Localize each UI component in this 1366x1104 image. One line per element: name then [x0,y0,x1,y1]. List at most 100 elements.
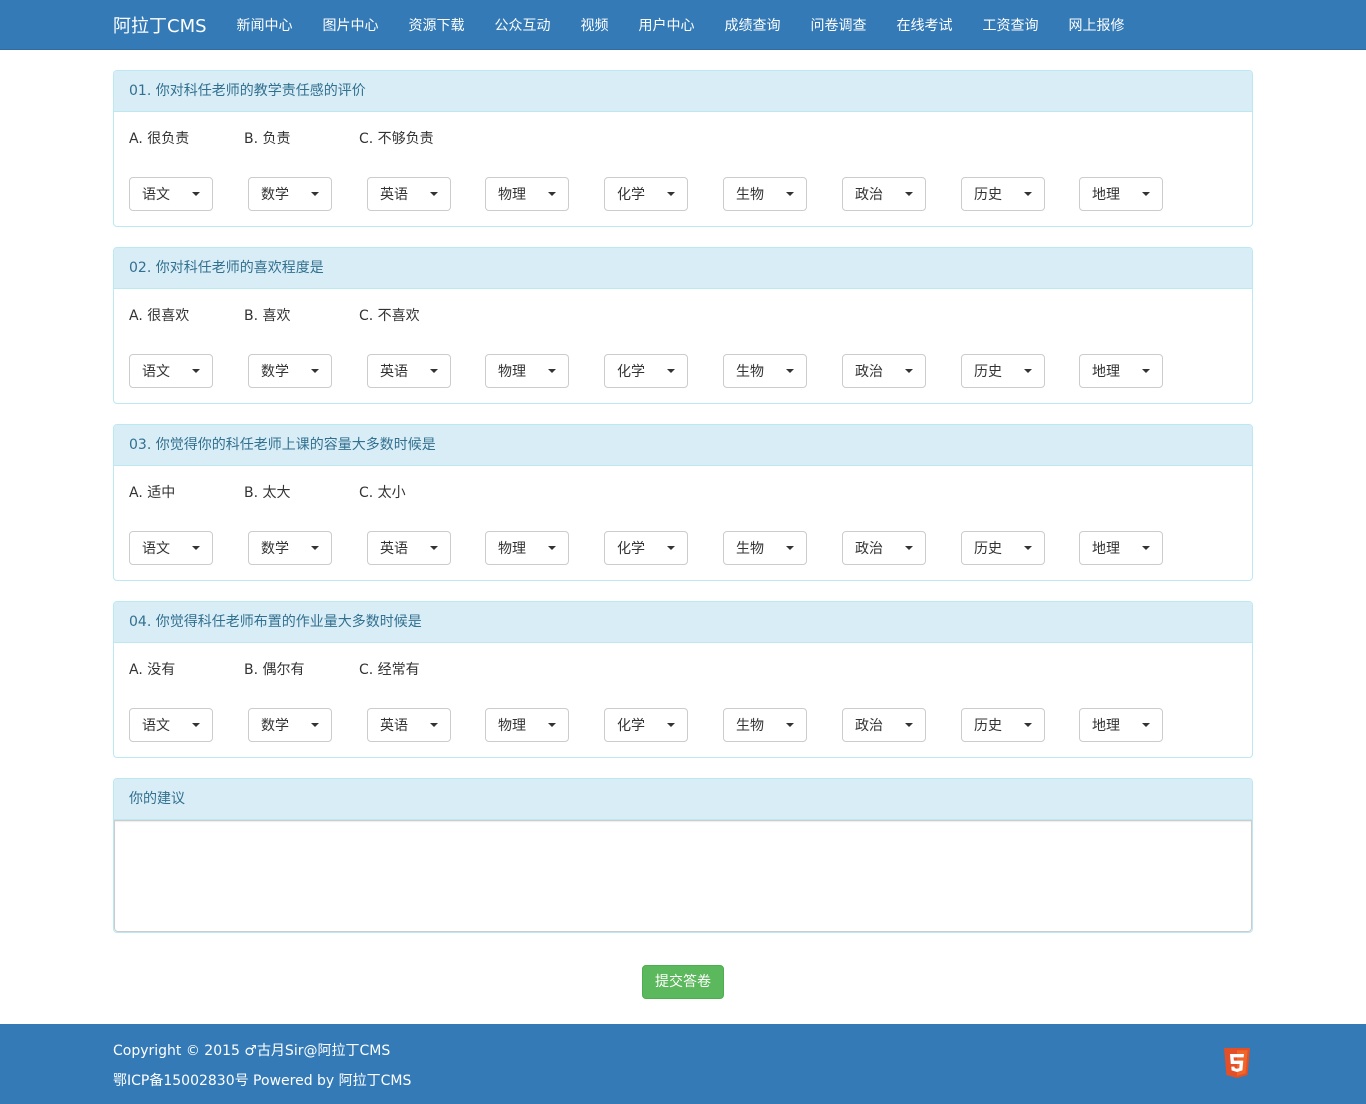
caret-down-icon [667,723,675,727]
subject-dropdown-history[interactable]: 历史 [961,531,1045,565]
caret-down-icon [905,546,913,550]
subject-dropdown-label: 语文 [142,364,170,380]
answer-option: C. 不喜欢 [359,308,420,324]
answer-option: C. 太小 [359,485,406,501]
nav-item-scores[interactable]: 成绩查询 [725,15,781,35]
subject-dropdown-chemistry[interactable]: 化学 [604,354,688,388]
answer-option: B. 偶尔有 [244,662,305,678]
subject-dropdown-label: 物理 [498,718,526,734]
subject-dropdown-physics[interactable]: 物理 [485,354,569,388]
subject-dropdown-label: 语文 [142,187,170,203]
subject-dropdown-label: 化学 [617,718,645,734]
subject-dropdown-english[interactable]: 英语 [367,531,451,565]
subject-dropdown-chinese[interactable]: 语文 [129,354,213,388]
subject-dropdown-biology[interactable]: 生物 [723,354,807,388]
answer-option: C. 经常有 [359,662,420,678]
subject-dropdown-biology[interactable]: 生物 [723,708,807,742]
nav-item-video[interactable]: 视频 [581,15,609,35]
subject-dropdown-history[interactable]: 历史 [961,708,1045,742]
subject-dropdown-geography[interactable]: 地理 [1079,177,1163,211]
subject-dropdown-chinese[interactable]: 语文 [129,531,213,565]
subject-dropdown-math[interactable]: 数学 [248,708,332,742]
subject-dropdown-physics[interactable]: 物理 [485,708,569,742]
subject-dropdown-label: 政治 [855,364,883,380]
subject-dropdown-politics[interactable]: 政治 [842,531,926,565]
subject-dropdown-politics[interactable]: 政治 [842,354,926,388]
subject-dropdown-label: 英语 [380,541,408,557]
nav-item-repair[interactable]: 网上报修 [1069,15,1125,35]
subject-dropdown-label: 语文 [142,718,170,734]
caret-down-icon [192,192,200,196]
subject-dropdown-geography[interactable]: 地理 [1079,354,1163,388]
subject-dropdown-label: 生物 [736,364,764,380]
caret-down-icon [548,369,556,373]
subject-dropdown-physics[interactable]: 物理 [485,177,569,211]
subject-dropdown-physics[interactable]: 物理 [485,531,569,565]
nav-item-downloads[interactable]: 资源下载 [409,15,465,35]
subject-dropdown-english[interactable]: 英语 [367,354,451,388]
submit-button[interactable]: 提交答卷 [642,965,724,999]
subject-dropdown-chemistry[interactable]: 化学 [604,708,688,742]
caret-down-icon [786,723,794,727]
subject-dropdown-label: 地理 [1092,541,1120,557]
subject-dropdown-geography[interactable]: 地理 [1079,531,1163,565]
question-body: A. 很负责 B. 负责 C. 不够负责语文 数学 英语 物理 化学 生物 政治 历史 地理 [114,112,1252,226]
subject-dropdown-biology[interactable]: 生物 [723,531,807,565]
subject-dropdown-label: 数学 [261,364,289,380]
nav-item-salary[interactable]: 工资查询 [983,15,1039,35]
caret-down-icon [311,546,319,550]
subject-dropdown-chinese[interactable]: 语文 [129,177,213,211]
nav-item-online-exam[interactable]: 在线考试 [897,15,953,35]
nav-item-interaction[interactable]: 公众互动 [495,15,551,35]
subject-dropdown-chemistry[interactable]: 化学 [604,177,688,211]
subject-dropdown-label: 化学 [617,187,645,203]
answer-option: B. 喜欢 [244,308,291,324]
caret-down-icon [1142,723,1150,727]
subject-dropdown-label: 物理 [498,364,526,380]
caret-down-icon [1024,192,1032,196]
subject-dropdown-label: 地理 [1092,718,1120,734]
suggestion-textarea[interactable] [114,820,1252,932]
subject-dropdown-label: 物理 [498,187,526,203]
answer-option: A. 很喜欢 [129,308,190,324]
subject-dropdown-chinese[interactable]: 语文 [129,708,213,742]
subject-dropdown-label: 政治 [855,718,883,734]
subject-dropdown-politics[interactable]: 政治 [842,708,926,742]
subject-dropdown-biology[interactable]: 生物 [723,177,807,211]
caret-down-icon [192,723,200,727]
footer-copyright: Copyright © 2015 ♂古月Sir@阿拉丁CMS [113,1043,391,1059]
submit-area: 提交答卷 [0,965,1366,999]
answer-option: C. 不够负责 [359,131,434,147]
subject-dropdown-english[interactable]: 英语 [367,708,451,742]
caret-down-icon [430,192,438,196]
caret-down-icon [548,723,556,727]
question-panel: 02. 你对科任老师的喜欢程度是 A. 很喜欢 B. 喜欢 C. 不喜欢 语文 数学 英语 物… [113,247,1253,404]
nav-item-images[interactable]: 图片中心 [323,15,379,35]
answer-option: A. 很负责 [129,131,190,147]
brand-logo[interactable]: 阿拉丁CMS [113,12,207,38]
question-body: A. 适中 B. 太大 C. 太小 语文 数学 英语 物理 化学 生物 政治 历史 地理 [114,466,1252,580]
nav-item-user-center[interactable]: 用户中心 [639,15,695,35]
subject-dropdown-geography[interactable]: 地理 [1079,708,1163,742]
subject-dropdown-english[interactable]: 英语 [367,177,451,211]
subject-dropdown-politics[interactable]: 政治 [842,177,926,211]
subject-dropdown-math[interactable]: 数学 [248,354,332,388]
subject-dropdown-chemistry[interactable]: 化学 [604,531,688,565]
caret-down-icon [430,546,438,550]
caret-down-icon [548,546,556,550]
caret-down-icon [905,723,913,727]
subject-dropdown-history[interactable]: 历史 [961,354,1045,388]
subject-dropdown-history[interactable]: 历史 [961,177,1045,211]
subject-dropdown-label: 英语 [380,187,408,203]
caret-down-icon [311,723,319,727]
subject-dropdown-label: 历史 [974,541,1002,557]
nav-item-news[interactable]: 新闻中心 [237,15,293,35]
subject-dropdown-math[interactable]: 数学 [248,177,332,211]
answer-option: B. 负责 [244,131,291,147]
caret-down-icon [786,369,794,373]
nav-item-survey[interactable]: 问卷调查 [811,15,867,35]
subject-dropdown-math[interactable]: 数学 [248,531,332,565]
question-panel: 04. 你觉得科任老师布置的作业量大多数时候是 A. 没有 B. 偶尔有 C. 经常有… [113,601,1253,758]
html5-icon [1224,1048,1250,1078]
caret-down-icon [1142,192,1150,196]
